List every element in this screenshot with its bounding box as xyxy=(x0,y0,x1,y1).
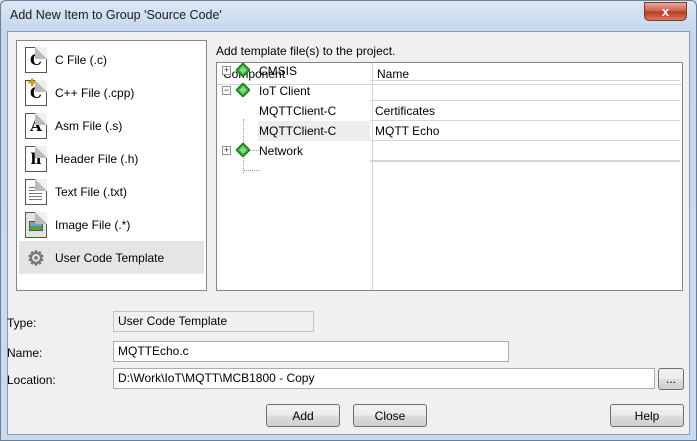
component-cell: IoT Client xyxy=(259,84,311,98)
file-type-user-code-template[interactable]: ⚙ User Code Template xyxy=(19,241,204,274)
grid-row-mqttclient-mqtt-echo[interactable]: MQTTClient-C MQTT Echo xyxy=(215,121,680,141)
user-code-template-icon: ⚙ xyxy=(27,245,45,270)
component-cell: MQTTClient-C xyxy=(259,124,337,138)
image-file-icon xyxy=(25,211,47,238)
file-type-cpp[interactable]: ✚ C C++ File (.cpp) xyxy=(19,76,204,109)
file-type-label: Header File (.h) xyxy=(55,151,139,166)
name-label: Name: xyxy=(7,346,43,360)
expand-toggle[interactable]: + xyxy=(222,66,231,75)
component-cell: Network xyxy=(259,144,304,158)
file-type-label: C++ File (.cpp) xyxy=(55,85,135,100)
close-icon: x xyxy=(661,4,670,19)
component-cell: CMSIS xyxy=(259,64,298,78)
grid-rows: + CMSIS − IoT Client MQTTClient-C Certif… xyxy=(215,61,680,289)
file-type-label: Asm File (.s) xyxy=(55,118,123,133)
text-file-icon xyxy=(25,178,47,205)
c-file-icon: C xyxy=(25,46,47,73)
browse-button[interactable]: ... xyxy=(658,368,684,390)
row-divider xyxy=(370,161,680,162)
file-type-header[interactable]: h Header File (.h) xyxy=(19,142,204,175)
close-button[interactable]: Close xyxy=(353,404,427,427)
type-label: Type: xyxy=(7,316,37,330)
close-window-button[interactable]: x xyxy=(644,2,687,21)
cpp-file-icon: ✚ C xyxy=(25,78,47,106)
component-cell: MQTTClient-C xyxy=(259,104,337,118)
expand-toggle[interactable]: + xyxy=(222,146,231,155)
location-input[interactable]: D:\Work\IoT\MQTT\MCB1800 - Copy xyxy=(113,368,655,389)
component-icon xyxy=(236,83,250,97)
file-type-label: User Code Template xyxy=(55,250,165,265)
grid-row-iot-client[interactable]: − IoT Client xyxy=(215,81,680,101)
grid-row-network[interactable]: + Network xyxy=(215,141,680,161)
grid-row-mqttclient-certificates[interactable]: MQTTClient-C Certificates xyxy=(215,101,680,121)
file-type-image[interactable]: Image File (.*) xyxy=(19,208,204,241)
file-type-c[interactable]: C C File (.c) xyxy=(19,43,204,76)
hint-text: Add template file(s) to the project. xyxy=(216,44,396,58)
file-type-list[interactable]: C C File (.c) ✚ C C++ File (.cpp) A Asm F… xyxy=(16,40,207,291)
grid-row-cmsis[interactable]: + CMSIS xyxy=(215,61,680,81)
title-bar[interactable]: Add New Item to Group 'Source Code' x xyxy=(1,1,696,31)
name-cell: MQTT Echo xyxy=(375,124,440,138)
window-title: Add New Item to Group 'Source Code' xyxy=(10,8,222,22)
file-type-label: Text File (.txt) xyxy=(55,184,128,199)
type-value-field: User Code Template xyxy=(113,311,314,332)
name-cell: Certificates xyxy=(375,104,436,118)
file-type-label: C File (.c) xyxy=(55,52,107,67)
collapse-toggle[interactable]: − xyxy=(222,86,231,95)
file-type-asm[interactable]: A Asm File (.s) xyxy=(19,109,204,142)
file-type-label: Image File (.*) xyxy=(55,217,131,232)
file-type-text[interactable]: Text File (.txt) xyxy=(19,175,204,208)
asm-file-icon: A xyxy=(25,112,47,139)
component-icon xyxy=(236,143,250,157)
component-icon xyxy=(236,63,250,77)
add-button[interactable]: Add xyxy=(266,404,340,427)
name-input[interactable]: MQTTEcho.c xyxy=(113,341,509,362)
help-button[interactable]: Help xyxy=(610,404,684,427)
header-file-icon: h xyxy=(25,145,47,172)
location-label: Location: xyxy=(7,373,56,387)
